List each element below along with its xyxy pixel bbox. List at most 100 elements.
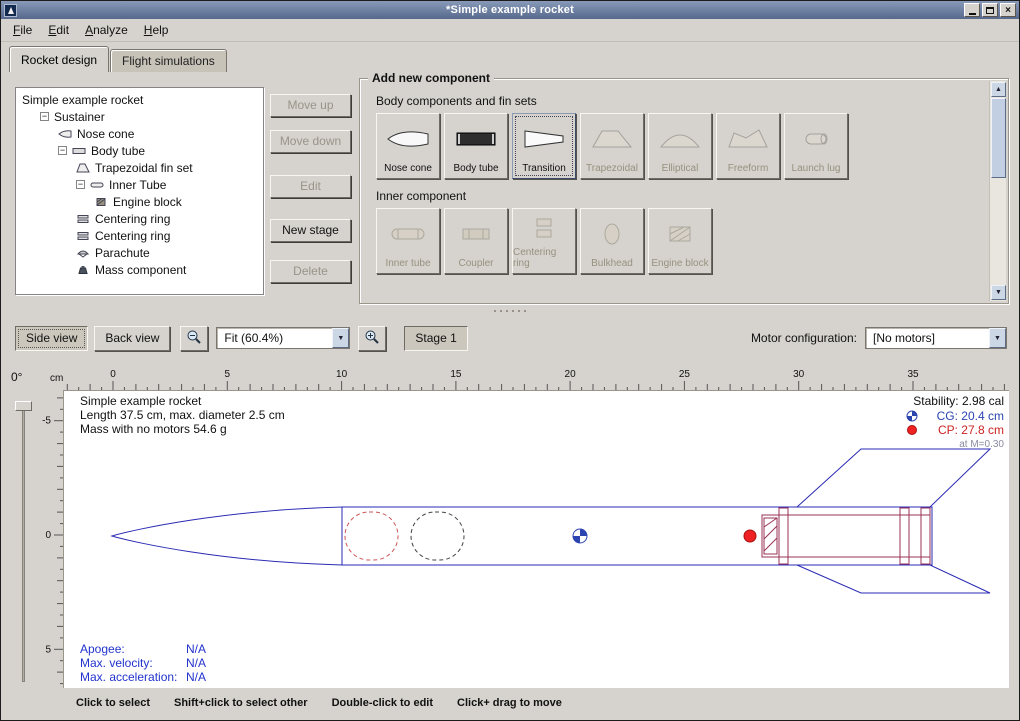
scrollbar-thumb[interactable]	[991, 98, 1006, 178]
main-tabs: Rocket design Flight simulations	[9, 46, 227, 72]
zoom-in-icon	[364, 329, 380, 348]
stage-1-toggle[interactable]: Stage 1	[404, 326, 467, 351]
motor-mount-assembly[interactable]	[762, 508, 930, 564]
scroll-up-icon[interactable]: ▲	[991, 82, 1006, 97]
rocket-view: 0° cm 05101520253035 -505	[1, 358, 1020, 694]
inner-tube-shape	[762, 515, 930, 557]
tree-item-centering-ring-1[interactable]: Centering ring	[18, 210, 261, 227]
back-view-button[interactable]: Back view	[94, 326, 170, 351]
body-tube-shape	[342, 507, 932, 565]
tab-rocket-design[interactable]: Rocket design	[9, 46, 109, 72]
zoom-select[interactable]: Fit (60.4%) ▼	[216, 327, 350, 349]
menu-help[interactable]: Help	[136, 20, 177, 40]
add-body-tube-button[interactable]: Body tube	[444, 113, 508, 179]
parachute-shape[interactable]	[345, 512, 398, 560]
add-launch-lug-button[interactable]: Launch lug	[784, 113, 848, 179]
menu-bar: File Edit Analyze Help	[1, 19, 1019, 42]
tree-item-engine-block[interactable]: Engine block	[18, 193, 261, 210]
component-scrollbar[interactable]: ▲ ▼	[989, 81, 1006, 301]
apogee-value: N/A	[186, 642, 206, 656]
rocket-outline[interactable]	[112, 449, 990, 593]
add-component-panel: Add new component Body components and fi…	[359, 78, 1009, 304]
split-pane-handle[interactable]	[1, 307, 1019, 315]
menu-edit[interactable]: Edit	[40, 20, 77, 40]
tree-item-mass-component[interactable]: Mass component	[18, 261, 261, 278]
coupler-icon	[454, 209, 498, 258]
component-tree[interactable]: Simple example rocket − Sustainer Nose c…	[15, 87, 264, 295]
add-bulkhead-button[interactable]: Bulkhead	[580, 208, 644, 274]
motor-configuration-select[interactable]: [No motors] ▼	[865, 327, 1007, 349]
edit-button[interactable]: Edit	[270, 175, 351, 198]
svg-text:0: 0	[45, 530, 51, 541]
new-stage-button[interactable]: New stage	[270, 219, 351, 242]
section-inner-components: Inner component	[376, 189, 1008, 203]
engine-block-icon	[94, 197, 108, 207]
add-elliptical-fin-button[interactable]: Elliptical	[648, 113, 712, 179]
rotation-slider-track[interactable]	[22, 404, 25, 682]
menu-analyze[interactable]: Analyze	[77, 20, 136, 40]
delete-button[interactable]: Delete	[270, 260, 351, 283]
centering-ring-shape	[900, 508, 909, 564]
add-inner-tube-button[interactable]: Inner tube	[376, 208, 440, 274]
mass-icon	[76, 265, 90, 275]
chevron-down-icon[interactable]: ▼	[989, 328, 1006, 348]
parachute-icon	[76, 248, 90, 258]
zoom-out-button[interactable]	[180, 326, 208, 351]
view-toolbar: Side view Back view Fit (60.4%) ▼ Stage …	[15, 324, 1007, 352]
tree-item-fin-set[interactable]: Trapezoidal fin set	[18, 159, 261, 176]
titlebar[interactable]: *Simple example rocket ×	[1, 1, 1019, 19]
add-nose-cone-button[interactable]: Nose cone	[376, 113, 440, 179]
cg-legend-icon	[907, 411, 917, 421]
ruler-unit-label: cm	[50, 373, 63, 384]
chevron-down-icon[interactable]: ▼	[332, 328, 349, 348]
maximize-button[interactable]	[982, 3, 998, 17]
collapse-icon[interactable]: −	[58, 146, 67, 155]
cg-marker[interactable]	[573, 529, 587, 543]
move-up-button[interactable]: Move up	[270, 94, 351, 117]
zoom-in-button[interactable]	[358, 326, 386, 351]
close-button[interactable]: ×	[1000, 3, 1016, 17]
fin-icon	[76, 163, 90, 173]
tab-flight-simulations[interactable]: Flight simulations	[110, 49, 227, 72]
status-bar: Click to select Shift+click to select ot…	[76, 697, 562, 709]
add-engine-block-button[interactable]: Engine block	[648, 208, 712, 274]
nose-cone-icon	[386, 114, 430, 163]
tree-item-inner-tube[interactable]: − Inner Tube	[18, 176, 261, 193]
tree-item-rocket[interactable]: Simple example rocket	[18, 91, 261, 108]
max-velocity-label: Max. velocity:	[80, 656, 153, 670]
centering-ring-icon	[76, 231, 90, 241]
mass-component-shape[interactable]	[411, 512, 464, 560]
tree-item-parachute[interactable]: Parachute	[18, 244, 261, 261]
design-canvas[interactable]: Simple example rocket Length 37.5 cm, ma…	[63, 390, 1009, 688]
add-coupler-button[interactable]: Coupler	[444, 208, 508, 274]
group-title: Add new component	[368, 71, 494, 85]
bulkhead-icon	[590, 209, 634, 258]
engine-block-icon	[658, 209, 702, 258]
side-view-button[interactable]: Side view	[15, 326, 88, 351]
collapse-icon[interactable]: −	[76, 180, 85, 189]
svg-text:20: 20	[565, 369, 577, 380]
tree-item-sustainer[interactable]: − Sustainer	[18, 108, 261, 125]
svg-text:35: 35	[907, 369, 919, 380]
scroll-down-icon[interactable]: ▼	[991, 285, 1006, 300]
add-trapezoidal-fin-button[interactable]: Trapezoidal	[580, 113, 644, 179]
svg-text:30: 30	[793, 369, 805, 380]
svg-text:5: 5	[225, 369, 231, 380]
move-down-button[interactable]: Move down	[270, 130, 351, 153]
svg-text:5: 5	[45, 644, 51, 655]
rotation-slider-handle[interactable]	[15, 401, 32, 411]
cp-marker[interactable]	[744, 530, 756, 542]
add-transition-button[interactable]: Transition	[512, 113, 576, 179]
minimize-button[interactable]	[964, 3, 980, 17]
tree-item-centering-ring-2[interactable]: Centering ring	[18, 227, 261, 244]
add-freeform-fin-button[interactable]: Freeform	[716, 113, 780, 179]
tree-item-body-tube[interactable]: − Body tube	[18, 142, 261, 159]
menu-file[interactable]: File	[5, 20, 40, 40]
tree-actions: Move up Move down Edit New stage Delete	[270, 94, 351, 283]
collapse-icon[interactable]: −	[40, 112, 49, 121]
cg-text: CG: 20.4 cm	[937, 409, 1004, 423]
svg-text:25: 25	[679, 369, 691, 380]
tree-item-nose-cone[interactable]: Nose cone	[18, 125, 261, 142]
add-centering-ring-button[interactable]: Centering ring	[512, 208, 576, 274]
close-icon: ×	[1005, 5, 1011, 16]
